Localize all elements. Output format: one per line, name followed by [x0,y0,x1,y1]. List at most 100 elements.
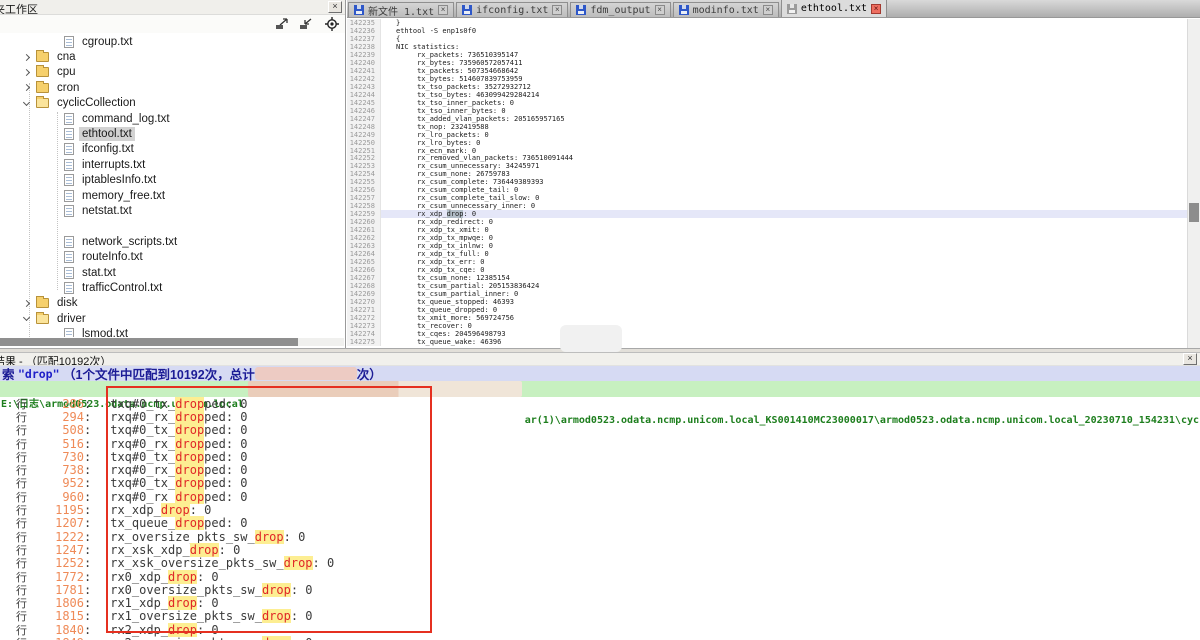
line-number: 142251 [347,147,381,155]
tree-item-redacted[interactable] [0,219,344,234]
match-highlight: drop [168,596,197,610]
search-summary-line[interactable]: 索 "drop" （1个文件中匹配到10192次，总计次） [0,366,1200,381]
chevron-right-icon[interactable] [23,84,30,91]
search-result-row[interactable]: 行738:rxq#0_rx_dropped: 0 [0,463,1200,476]
tree-item-label: memory_free.txt [79,189,168,203]
result-colon: : [84,450,91,464]
search-result-row[interactable]: 行286:txq#0_tx_dropped: 0 [0,397,1200,410]
tree-item-label: lsmod.txt [79,327,131,337]
search-result-row[interactable]: 行1772:rx0_xdp_drop: 0 [0,570,1200,583]
tree-item-stat.txt[interactable]: stat.txt [0,265,344,280]
search-result-row[interactable]: 行1815:rx1_oversize_pkts_sw_drop: 0 [0,610,1200,623]
file-icon [64,143,74,155]
tree-item-cna[interactable]: cna [0,49,344,64]
search-result-row[interactable]: 行952:txq#0_tx_dropped: 0 [0,477,1200,490]
chevron-right-icon[interactable] [23,69,30,76]
tab-close-icon[interactable]: × [871,4,881,14]
editor-text-area[interactable]: 142235}142236ethtool -S enp1s0f0142237{1… [347,19,1187,348]
line-number: 142247 [347,115,381,123]
search-result-row[interactable]: 行1252:rx_xsk_oversize_pkts_sw_drop: 0 [0,557,1200,570]
editor-line: 142248 tx_nop: 232419588 [347,123,1187,131]
line-number: 142244 [347,91,381,99]
line-number: 142261 [347,226,381,234]
tree-item-ethtool.txt[interactable]: ethtool.txt [0,126,344,141]
tree-item-ifconfig.txt[interactable]: ifconfig.txt [0,142,344,157]
chevron-right-icon[interactable] [23,300,30,307]
search-result-row[interactable]: 行1849:rx2_oversize_pkts_sw_drop: 0 [0,636,1200,640]
result-line-number: 516 [28,437,84,451]
search-result-row[interactable]: 行1195:rx_xdp_drop: 0 [0,503,1200,516]
tab-close-icon[interactable]: × [763,5,773,15]
search-result-row[interactable]: 行294:rxq#0_rx_dropped: 0 [0,410,1200,423]
chevron-down-icon[interactable] [23,99,30,106]
search-result-row[interactable]: 行516:rxq#0_rx_dropped: 0 [0,437,1200,450]
tree-item-memory_free.txt[interactable]: memory_free.txt [0,188,344,203]
match-highlight: drop [175,423,204,437]
expand-all-icon[interactable] [274,17,291,31]
tab-close-icon[interactable]: × [438,5,448,15]
tab-close-icon[interactable]: × [655,5,665,15]
chevron-right-icon[interactable] [23,54,30,61]
tree-item-netstat.txt[interactable]: netstat.txt [0,203,344,218]
scrollbar-thumb[interactable] [1189,203,1199,222]
locate-file-icon[interactable] [324,17,341,31]
tree-item-cgroup.txt[interactable]: cgroup.txt [0,34,344,49]
editor-line-text: rx_removed_vlan_packets: 736510091444 [396,154,573,162]
tree-horizontal-scrollbar[interactable] [0,338,344,346]
scrollbar-thumb[interactable] [0,338,298,346]
tree-item-label: network_scripts.txt [79,235,180,249]
editor-vertical-scrollbar[interactable] [1187,19,1200,348]
tree-item-network_scripts.txt[interactable]: network_scripts.txt [0,234,344,249]
result-colon: : [84,503,91,517]
tree-item-trafficControl.txt[interactable]: trafficControl.txt [0,280,344,295]
tree-item-cpu[interactable]: cpu [0,65,344,80]
tab-close-icon[interactable]: × [552,5,562,15]
search-result-row[interactable]: 行1207:tx_queue_dropped: 0 [0,517,1200,530]
tree-item-disk[interactable]: disk [0,296,344,311]
tree-item-cyclicCollection[interactable]: cyclicCollection [0,96,344,111]
search-result-row[interactable]: 行730:txq#0_tx_dropped: 0 [0,450,1200,463]
search-result-row[interactable]: 行1840:rx2_xdp_drop: 0 [0,623,1200,636]
line-number: 142269 [347,290,381,298]
tree-item-label: routeInfo.txt [79,250,146,264]
search-result-row[interactable]: 行1806:rx1_xdp_drop: 0 [0,596,1200,609]
collapse-all-icon[interactable] [298,17,315,31]
tab-ethtool.txt[interactable]: ethtool.txt× [781,0,887,17]
line-number: 142271 [347,306,381,314]
tab-fdm_output[interactable]: fdm_output× [570,2,670,17]
workspace-toolbar [0,15,345,33]
editor-line-text: tx_queue_wake: 46396 [396,338,501,346]
search-result-row[interactable]: 行1781:rx0_oversize_pkts_sw_drop: 0 [0,583,1200,596]
tree-item-driver[interactable]: driver [0,311,344,326]
tab-新文件 1.txt[interactable]: 新文件 1.txt× [348,2,454,17]
results-close-button[interactable]: × [1183,353,1197,365]
tab-ifconfig.txt[interactable]: ifconfig.txt× [456,2,568,17]
search-result-row[interactable]: 行960:rxq#0_rx_dropped: 0 [0,490,1200,503]
tree-item-command_log.txt[interactable]: command_log.txt [0,111,344,126]
file-icon [64,251,74,263]
editor-line: 142235} [347,19,1187,27]
editor-line: 142263 rx_xdp_tx_inlnw: 0 [347,242,1187,250]
results-titlebar[interactable]: 结果 - （匹配10192次） × [0,353,1200,366]
chevron-down-icon[interactable] [23,314,30,321]
tree-item-interrupts.txt[interactable]: interrupts.txt [0,157,344,172]
editor-line-text: rx_xdp_redirect: 0 [396,218,493,226]
editor-line: 142266 rx_xdp_tx_cqe: 0 [347,266,1187,274]
editor-line: 142271 tx_queue_dropped: 0 [347,306,1187,314]
tree-item-lsmod.txt[interactable]: lsmod.txt [0,326,344,337]
result-colon: : [84,423,91,437]
tree-item-label: disk [54,296,80,310]
match-highlight: drop [175,410,204,424]
result-line-number: 952 [28,476,84,490]
workspace-titlebar[interactable]: 夹工作区 × [0,0,345,15]
search-result-row[interactable]: 行508:txq#0_tx_dropped: 0 [0,424,1200,437]
tab-modinfo.txt[interactable]: modinfo.txt × [673,2,779,17]
tab-label: modinfo.txt [693,5,759,16]
result-file-path-line[interactable]: E:\日志\armod0523.odata.ncmp.unicom.local … [0,381,1200,397]
tree-item-routeInfo.txt[interactable]: routeInfo.txt [0,249,344,264]
tree-item-cron[interactable]: cron [0,80,344,95]
workspace-close-button[interactable]: × [328,1,342,13]
search-result-row[interactable]: 行1222:rx_oversize_pkts_sw_drop: 0 [0,530,1200,543]
search-result-row[interactable]: 行1247:rx_xsk_xdp_drop: 0 [0,543,1200,556]
tree-item-iptablesInfo.txt[interactable]: iptablesInfo.txt [0,173,344,188]
